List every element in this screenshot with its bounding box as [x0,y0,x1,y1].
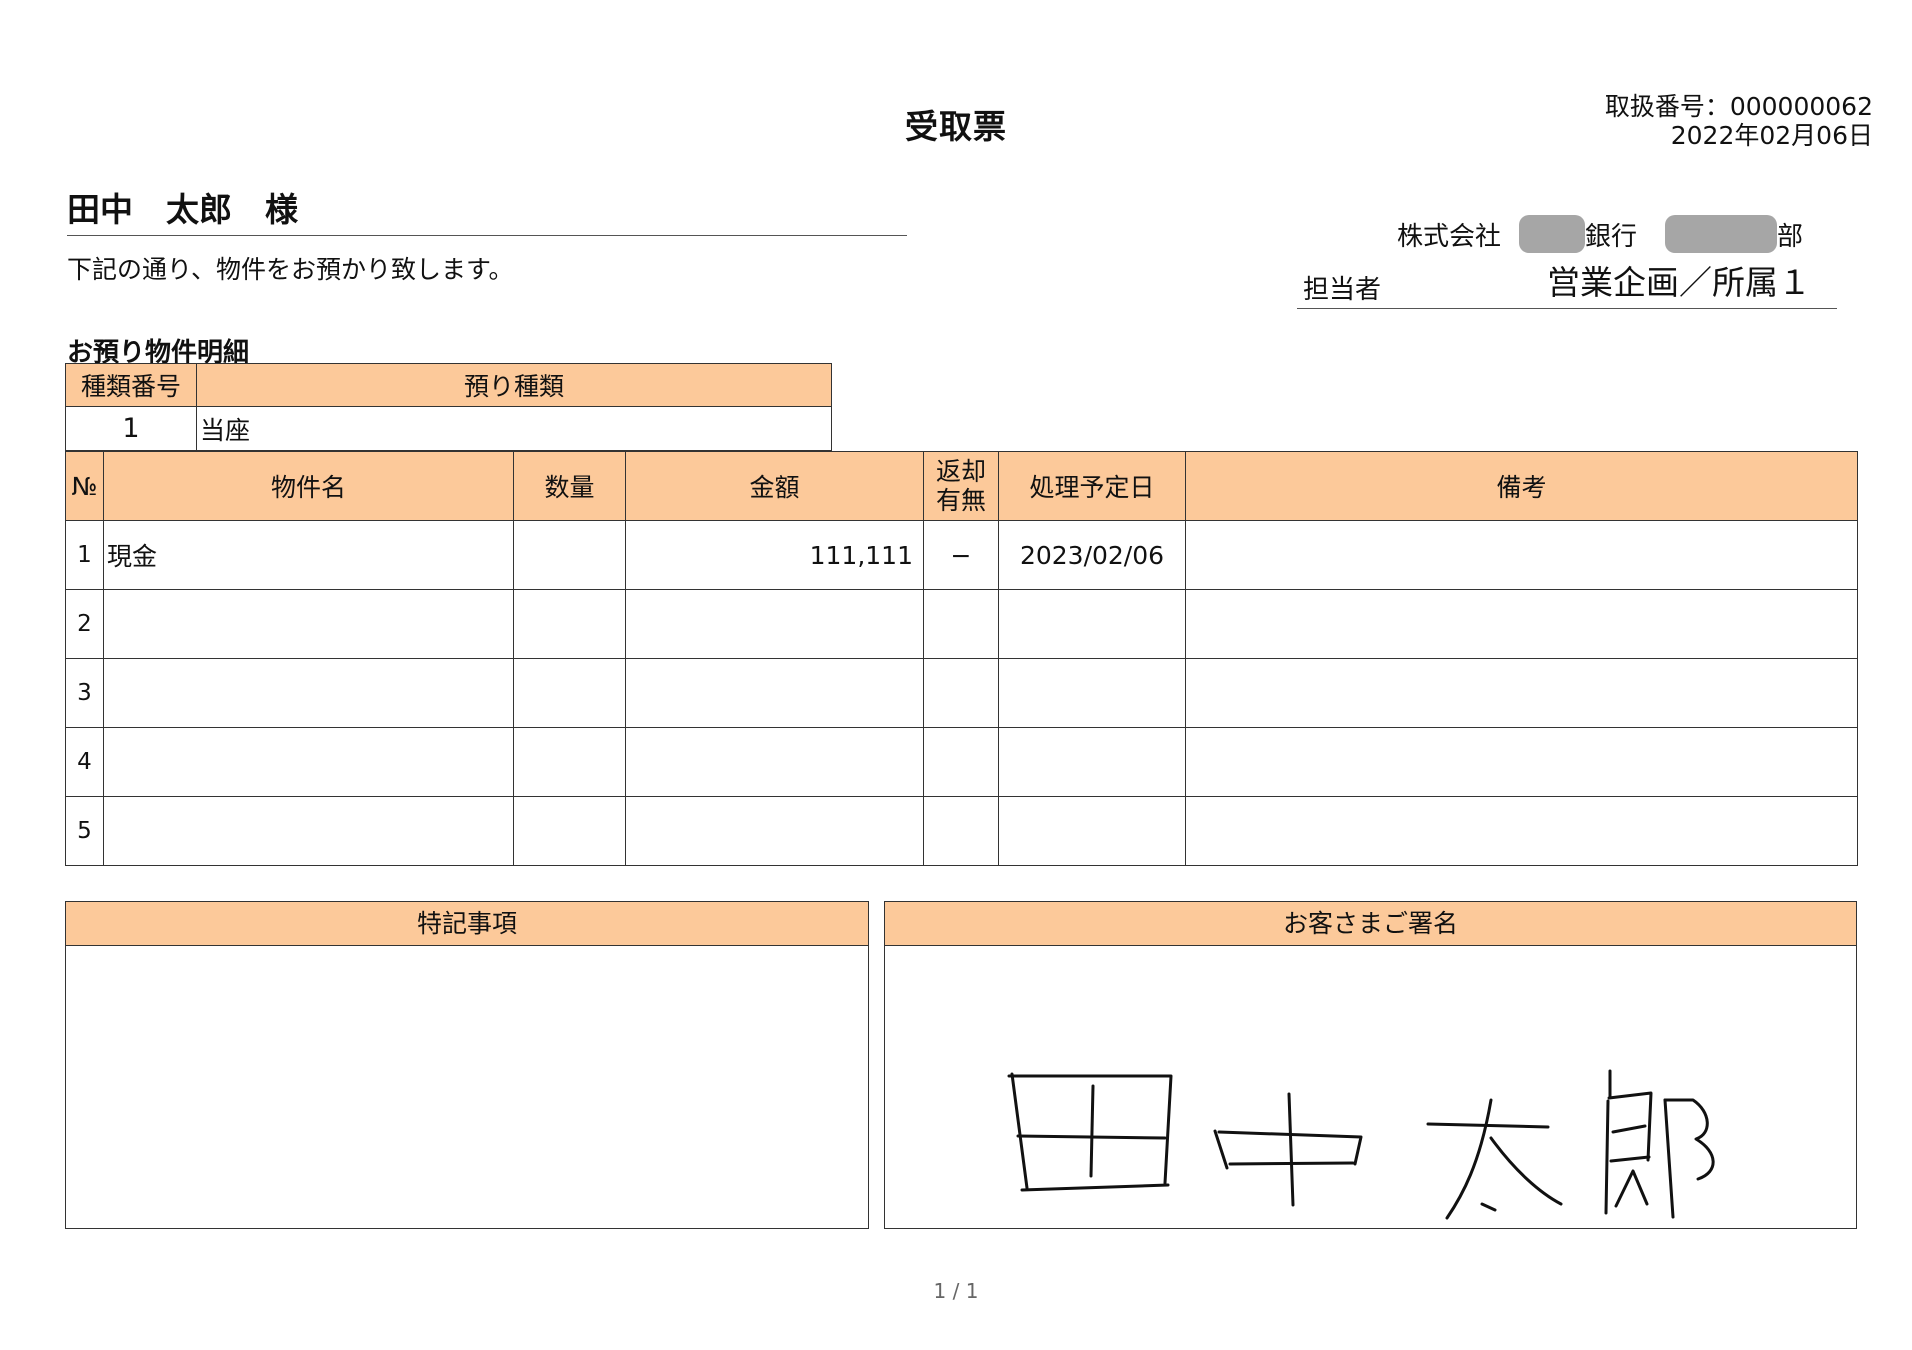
staff-line: 担当者 営業企画／所属１ [1297,263,1837,309]
return-status-cell [923,727,999,797]
item-name-cell [103,589,514,659]
table-header-row: 種類番号 預り種類 [65,363,832,407]
items-table: № 物件名 数量 金額 返却 有無 処理予定日 備考 1 現金 111,111 −… [65,451,1858,866]
item-name-cell [103,796,514,866]
signature-char-2 [1213,1092,1363,1207]
amount-header: 金額 [625,451,924,521]
return-header-line1: 返却 [935,457,986,486]
row-number: 3 [65,658,104,728]
quantity-header: 数量 [513,451,626,521]
signature-char-3 [1426,1098,1563,1220]
deposit-type-cell: 当座 [196,406,832,451]
amount-cell [625,589,924,659]
company-line: 株式会社 銀行 部 [1397,215,1803,253]
intro-text: 下記の通り、物件をお預かり致します。 [67,255,514,284]
amount-cell [625,796,924,866]
table-row: 1 現金 111,111 − 2023/02/06 [65,520,1858,590]
company-prefix: 株式会社 [1397,221,1502,252]
document-meta: 取扱番号：000000062 2022年02月06日 [1605,92,1873,150]
special-notes-header: 特記事項 [66,902,868,946]
item-name-header: 物件名 [103,451,514,521]
quantity-cell [513,520,626,590]
return-status-header: 返却 有無 [923,451,999,521]
amount-cell: 111,111 [625,520,924,590]
table-row: 3 [65,658,1858,728]
quantity-cell [513,727,626,797]
signature-header: お客さまご署名 [885,902,1856,946]
scheduled-date-cell [998,727,1186,797]
return-status-cell: − [923,520,999,590]
table-header-row: № 物件名 数量 金額 返却 有無 処理予定日 備考 [65,451,1858,521]
handling-number: 取扱番号：000000062 [1604,92,1873,121]
return-status-cell [923,658,999,728]
scheduled-date-cell [998,589,1186,659]
scheduled-date-header: 処理予定日 [998,451,1186,521]
no-header: № [65,451,104,521]
remarks-cell [1185,520,1858,590]
signature-char-1 [1007,1072,1173,1192]
customer-name: 田中 太郎 様 [67,183,907,236]
item-name-cell [103,727,514,797]
type-number-cell: 1 [65,406,197,451]
staff-label: 担当者 [1303,275,1382,305]
table-row: 5 [65,796,1858,866]
amount-cell [625,658,924,728]
row-number: 1 [65,520,104,590]
table-row: 1 当座 [65,406,832,451]
amount-cell [625,727,924,797]
return-status-cell [923,589,999,659]
page-indicator: 1 / 1 [933,1279,979,1303]
signature-char-4 [1604,1069,1715,1219]
handwritten-signature [1007,1069,1715,1220]
remarks-cell [1185,796,1858,866]
staff-name: 営業企画／所属１ [1547,263,1811,302]
special-notes-box: 特記事項 [65,901,869,1229]
row-number: 4 [65,727,104,797]
quantity-cell [513,796,626,866]
bank-suffix: 銀行 [1585,221,1638,252]
deposit-type-table: 種類番号 預り種類 1 当座 [65,363,832,451]
redacted-department-name [1665,215,1778,253]
quantity-cell [513,589,626,659]
customer-signature-box: お客さまご署名 [884,901,1857,1229]
table-row: 2 [65,589,1858,659]
redacted-bank-name [1519,215,1586,253]
dept-suffix: 部 [1777,221,1804,252]
item-name-cell: 現金 [103,520,514,590]
scheduled-date-cell: 2023/02/06 [998,520,1186,590]
remarks-cell [1185,658,1858,728]
return-status-cell [923,796,999,866]
deposit-type-header: 預り種類 [196,363,832,407]
item-name-cell [103,658,514,728]
remarks-cell [1185,727,1858,797]
remarks-cell [1185,589,1858,659]
scheduled-date-cell [998,796,1186,866]
remarks-header: 備考 [1185,451,1858,521]
type-number-header: 種類番号 [65,363,197,407]
quantity-cell [513,658,626,728]
row-number: 5 [65,796,104,866]
table-row: 4 [65,727,1858,797]
return-header-line2: 有無 [935,486,986,515]
issue-date: 2022年02月06日 [1670,121,1873,150]
scheduled-date-cell [998,658,1186,728]
row-number: 2 [65,589,104,659]
